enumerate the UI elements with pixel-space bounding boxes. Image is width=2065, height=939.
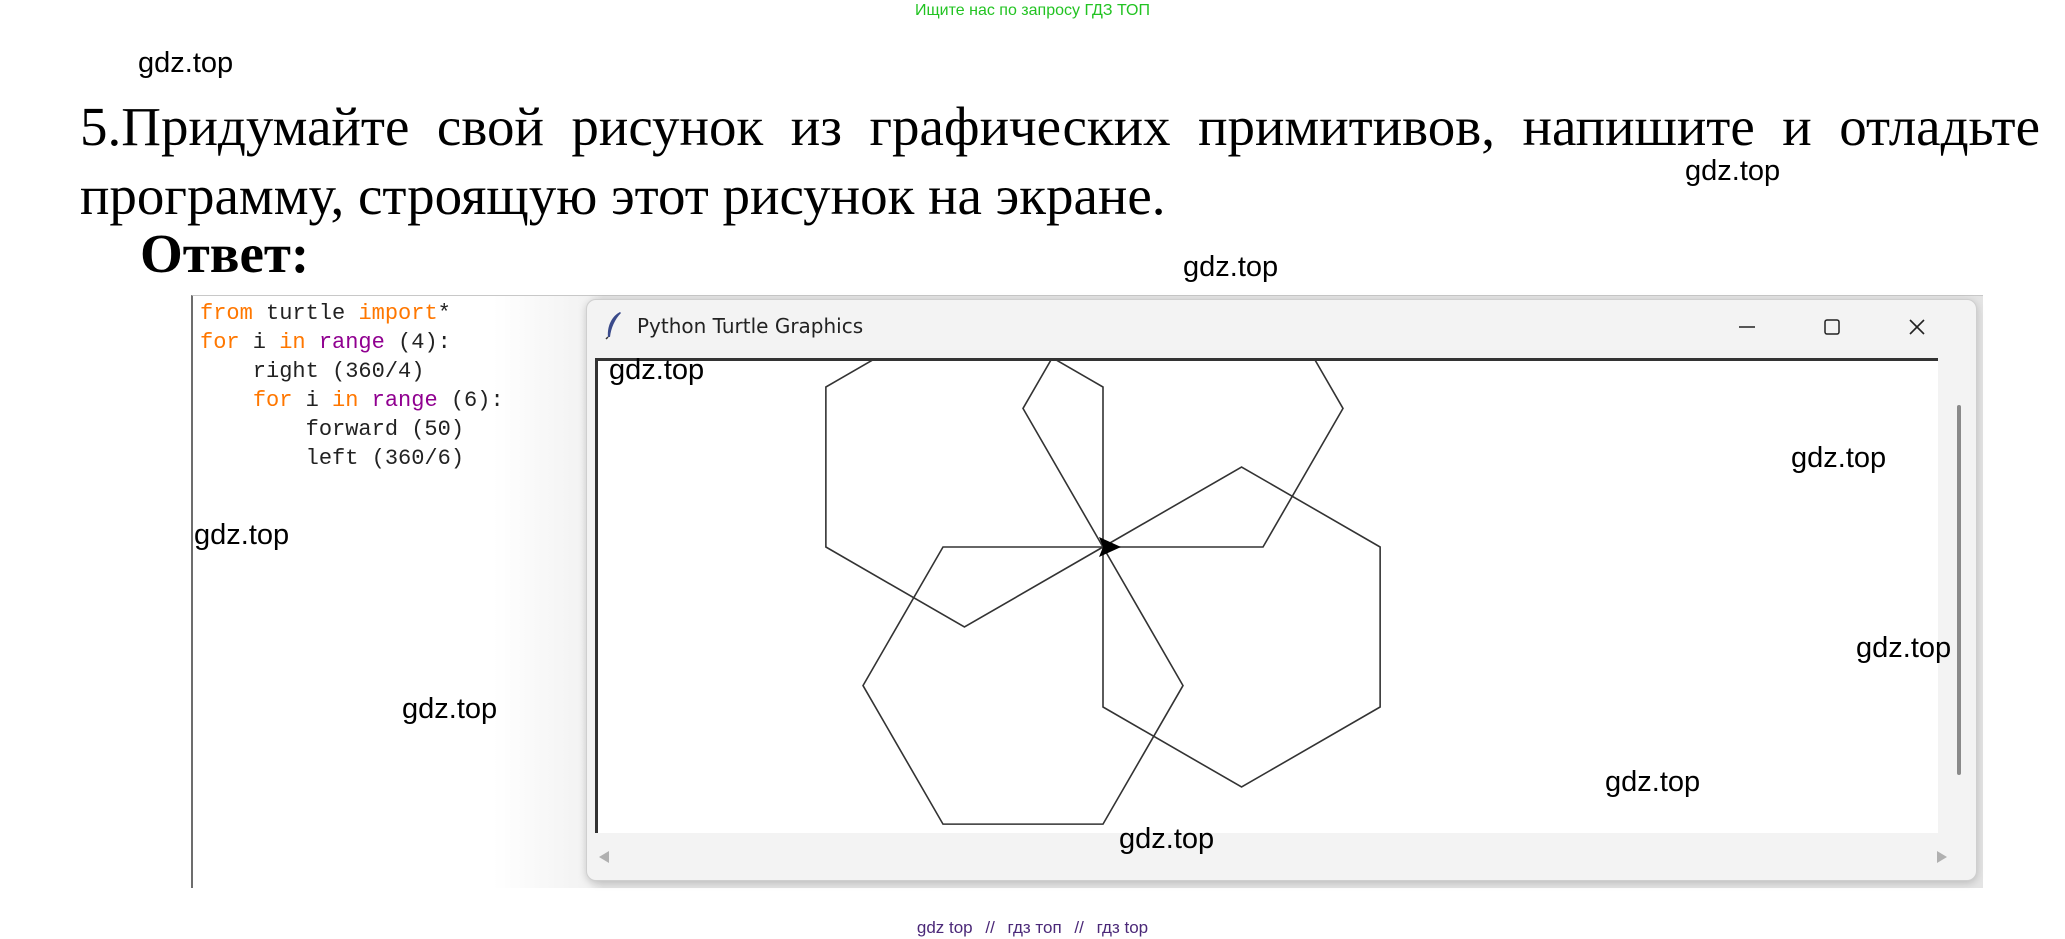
- code-token: i: [292, 388, 333, 413]
- code-line: forward (50): [200, 417, 465, 442]
- maximize-icon: [1824, 319, 1840, 335]
- scroll-left-icon[interactable]: [599, 851, 609, 863]
- footer-separator: //: [1074, 918, 1084, 937]
- code-token: range: [318, 330, 385, 355]
- minimize-icon: [1739, 326, 1755, 328]
- code-token: in: [332, 388, 359, 413]
- code-token: i: [239, 330, 280, 355]
- vertical-scrollbar[interactable]: [1957, 405, 1961, 775]
- code-token: range: [371, 388, 438, 413]
- minimize-button[interactable]: [1707, 304, 1787, 350]
- footer-text: гдз топ: [1007, 918, 1062, 937]
- hexagon-path: [1102, 466, 1381, 788]
- footer: gdz top // гдз топ // гдз top: [0, 918, 2065, 938]
- code-token: turtle: [252, 301, 359, 326]
- watermark: gdz.top: [1119, 823, 1215, 855]
- code-token: from: [200, 301, 253, 326]
- answer-label: Ответ:: [140, 223, 310, 284]
- turtle-drawing: [825, 269, 1381, 825]
- code-token: in: [279, 330, 306, 355]
- footer-text: гдз top: [1096, 918, 1149, 937]
- code-token: for: [252, 388, 293, 413]
- hexagon-path: [862, 546, 1184, 825]
- code-line: left (360/6): [200, 446, 465, 471]
- watermark: gdz.top: [194, 519, 290, 551]
- hexagon-path: [825, 306, 1104, 628]
- code-token: for: [200, 330, 240, 355]
- watermark: gdz.top: [1605, 766, 1701, 798]
- code-listing: from turtle import* for i in range (4): …: [200, 299, 504, 473]
- watermark: gdz.top: [609, 354, 705, 386]
- footer-separator: //: [985, 918, 995, 937]
- turtle-canvas[interactable]: [595, 269, 1938, 833]
- close-icon: [1909, 319, 1925, 335]
- code-token: (6):: [437, 388, 504, 413]
- code-token: import: [358, 301, 438, 326]
- turtle-window[interactable]: Python Turtle Graphics: [586, 269, 1977, 881]
- watermark: gdz.top: [138, 47, 234, 79]
- watermark: gdz.top: [1856, 632, 1952, 664]
- scroll-right-icon[interactable]: [1937, 851, 1947, 863]
- watermark: gdz.top: [402, 693, 498, 725]
- feather-icon: [605, 312, 621, 340]
- code-line: right (360/4): [200, 359, 425, 384]
- hexagon-path: [1022, 269, 1344, 548]
- search-banner: Ищите нас по запросу ГДЗ ТОП: [915, 2, 1150, 19]
- code-token: (4):: [384, 330, 451, 355]
- watermark: gdz.top: [1685, 155, 1781, 187]
- maximize-button[interactable]: [1792, 304, 1872, 350]
- watermark: gdz.top: [1791, 442, 1887, 474]
- code-token: *: [437, 301, 451, 326]
- footer-text: gdz top: [916, 918, 973, 937]
- horizontal-scrollbar[interactable]: [595, 847, 1955, 867]
- close-button[interactable]: [1877, 304, 1957, 350]
- watermark: gdz.top: [1183, 251, 1279, 283]
- window-title: Python Turtle Graphics: [637, 314, 864, 338]
